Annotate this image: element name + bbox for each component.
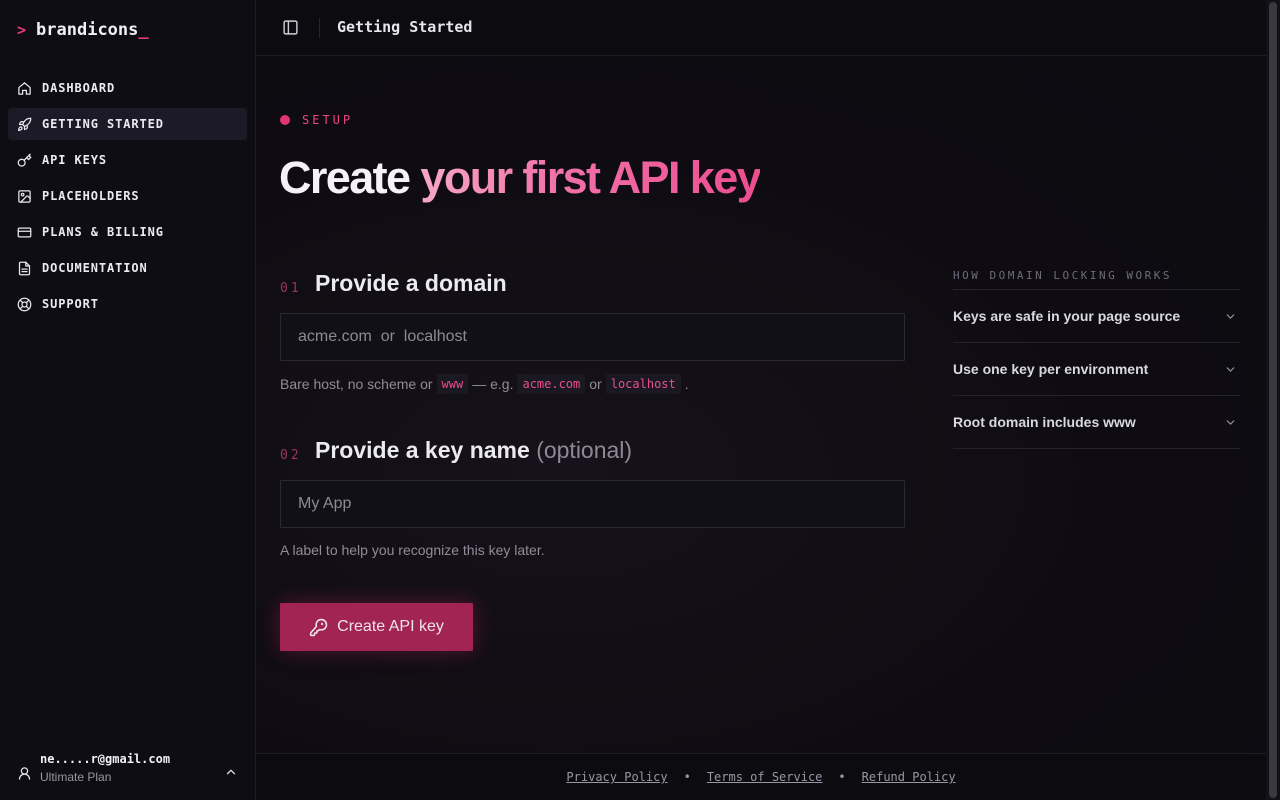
key-icon [17, 153, 32, 167]
sidebar-item-label: DOCUMENTATION [42, 261, 148, 275]
sidebar-nav: DASHBOARD GETTING STARTED API KEYS PLACE… [8, 72, 247, 324]
footer-separator: • [838, 770, 846, 784]
sidebar: > brandicons_ DASHBOARD GETTING STARTED … [0, 0, 256, 800]
step-2-title: Provide a key name (optional) [315, 437, 633, 463]
logo-prompt: > [17, 21, 27, 39]
headline-accent: your first API key [420, 152, 761, 203]
refund-policy-link[interactable]: Refund Policy [862, 770, 956, 784]
home-icon [18, 81, 31, 95]
user-plan: Ultimate Plan [40, 770, 112, 784]
sidebar-item-label: GETTING STARTED [42, 117, 164, 131]
headline: Create your first API key [279, 152, 762, 203]
sidebar-item-getting-started[interactable]: GETTING STARTED [8, 108, 247, 140]
image-icon [18, 189, 31, 203]
eyebrow-dot-icon [280, 115, 290, 125]
main-content: SETUP Create your first API key 01 Provi… [256, 56, 1266, 753]
section-eyebrow: SETUP [280, 113, 353, 127]
chevron-down-icon [1226, 419, 1235, 425]
scrollbar-thumb[interactable] [1269, 2, 1277, 798]
footer-separator: • [683, 770, 691, 784]
eyebrow-label: SETUP [302, 113, 354, 127]
chevron-up-icon[interactable] [224, 765, 238, 779]
key-icon [309, 618, 328, 636]
optional-label: (optional) [536, 437, 633, 463]
sidebar-item-label: API KEYS [42, 153, 107, 167]
step-2-number: 02 [280, 448, 302, 463]
accordion-item[interactable]: Keys are safe in your page source [953, 290, 1240, 343]
code-www: www [436, 374, 469, 394]
lifebuoy-icon [17, 297, 32, 311]
key-name-hint: A label to help you recognize this key l… [280, 542, 545, 558]
sidebar-item-label: SUPPORT [42, 297, 99, 311]
sidebar-item-dashboard[interactable]: DASHBOARD [8, 72, 247, 104]
topbar-divider [319, 18, 320, 38]
step-1-title: Provide a domain [315, 270, 507, 296]
code-acme: acme.com [517, 374, 586, 394]
key-name-input[interactable] [280, 480, 905, 528]
info-heading: HOW DOMAIN LOCKING WORKS [953, 269, 1240, 290]
chevron-down-icon [1226, 313, 1235, 319]
sidebar-item-api-keys[interactable]: API KEYS [8, 144, 247, 176]
logo[interactable]: > brandicons_ [17, 20, 149, 40]
sidebar-item-placeholders[interactable]: PLACEHOLDERS [8, 180, 247, 212]
topbar: Getting Started [256, 0, 1266, 56]
sidebar-item-label: PLANS & BILLING [42, 225, 164, 239]
accordion-item[interactable]: Use one key per environment [953, 343, 1240, 396]
code-localhost: localhost [605, 374, 681, 394]
domain-locking-info: HOW DOMAIN LOCKING WORKS Keys are safe i… [953, 269, 1240, 449]
page-title: Getting Started [337, 18, 473, 36]
sidebar-item-plans-billing[interactable]: PLANS & BILLING [8, 216, 247, 248]
sidebar-item-support[interactable]: SUPPORT [8, 288, 247, 320]
create-api-key-button[interactable]: Create API key [280, 603, 473, 651]
sidebar-toggle-icon[interactable] [282, 19, 299, 36]
scrollbar[interactable] [1266, 0, 1280, 800]
terms-of-service-link[interactable]: Terms of Service [707, 770, 823, 784]
sidebar-item-documentation[interactable]: DOCUMENTATION [8, 252, 247, 284]
chevron-down-icon [1226, 366, 1235, 372]
accordion-item[interactable]: Root domain includes www [953, 396, 1240, 449]
logo-text: brandicons_ [36, 20, 149, 40]
user-menu[interactable]: ne.....r@gmail.com Ultimate Plan [0, 744, 255, 800]
rocket-icon [17, 117, 32, 131]
sidebar-item-label: DASHBOARD [42, 81, 116, 95]
sidebar-item-label: PLACEHOLDERS [42, 189, 140, 203]
footer: Privacy Policy • Terms of Service • Refu… [256, 753, 1266, 800]
domain-hint: Bare host, no scheme or www — e.g. acme.… [280, 374, 689, 394]
create-api-key-label: Create API key [337, 618, 444, 635]
step-1-number: 01 [280, 281, 302, 296]
user-email: ne.....r@gmail.com [40, 752, 171, 766]
domain-input[interactable] [280, 313, 905, 361]
user-icon [18, 767, 31, 780]
document-icon [18, 261, 31, 275]
credit-card-icon [17, 227, 32, 237]
privacy-policy-link[interactable]: Privacy Policy [566, 770, 667, 784]
